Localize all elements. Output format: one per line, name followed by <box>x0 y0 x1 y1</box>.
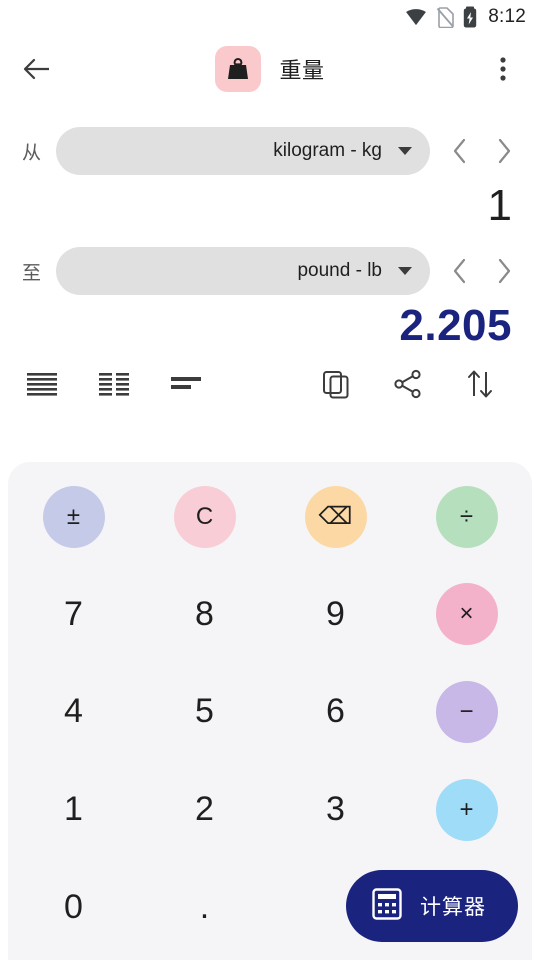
weight-icon <box>215 46 262 92</box>
to-label: 至 <box>22 262 42 284</box>
backspace-key-label: ⌫ <box>318 503 353 531</box>
digit-3-key[interactable]: 3 <box>270 761 401 859</box>
multiply-key-label: × <box>459 600 474 628</box>
digit-1-key[interactable]: 1 <box>8 761 139 859</box>
to-row: 至 pound - lb <box>0 242 540 300</box>
calculator-button-label: 计算器 <box>420 896 486 919</box>
minus-key-label: − <box>459 697 474 725</box>
clear-key-label: C <box>195 502 214 530</box>
digit-8-key-label: 8 <box>195 594 214 633</box>
status-bar: 8:12 <box>0 0 540 34</box>
digit-0-key-label: 0 <box>64 887 83 926</box>
format-columns-icon[interactable] <box>92 362 136 406</box>
wifi-icon <box>405 8 427 26</box>
app-bar: 重量 <box>0 34 540 104</box>
plus-minus-key-label: ± <box>66 502 81 530</box>
plus-key-label: + <box>459 795 474 823</box>
status-clock: 8:12 <box>488 6 526 27</box>
from-next-button[interactable] <box>482 129 526 173</box>
calculator-icon <box>372 887 402 925</box>
page-title: 重量 <box>279 58 325 83</box>
digit-6-key-label: 6 <box>326 692 345 731</box>
battery-charging-icon <box>463 6 477 28</box>
multiply-key[interactable]: × <box>401 566 532 664</box>
to-stepper <box>438 249 526 293</box>
from-value[interactable]: 1 <box>28 180 512 232</box>
digit-9-key-label: 9 <box>326 594 345 633</box>
digit-9-key[interactable]: 9 <box>270 566 401 664</box>
digit-0-key[interactable]: 0 <box>8 858 139 956</box>
format-tools <box>20 362 208 406</box>
from-stepper <box>438 129 526 173</box>
backspace-key[interactable]: ⌫ <box>270 468 401 566</box>
digit-4-key[interactable]: 4 <box>8 663 139 761</box>
decimal-key[interactable]: . <box>139 858 270 956</box>
from-unit-select[interactable]: kilogram - kg <box>56 127 430 175</box>
calculator-button[interactable]: 计算器 <box>346 870 518 942</box>
share-icon[interactable] <box>386 362 430 406</box>
from-prev-button[interactable] <box>438 129 482 173</box>
to-value[interactable]: 2.205 <box>28 300 512 352</box>
to-unit-text: pound - lb <box>297 260 382 281</box>
digit-7-key[interactable]: 7 <box>8 566 139 664</box>
multiply-key-surface: × <box>435 583 498 646</box>
plus-minus-key-surface: ± <box>42 485 105 548</box>
overflow-menu-button[interactable] <box>480 46 526 92</box>
clear-key-surface: C <box>173 485 236 548</box>
divide-key[interactable]: ÷ <box>401 468 532 566</box>
plus-key-surface: + <box>435 778 498 841</box>
chevron-down-icon <box>398 147 412 155</box>
app-title-group: 重量 <box>0 46 540 92</box>
copy-icon[interactable] <box>314 362 358 406</box>
sim-off-icon <box>436 6 455 28</box>
format-align-justify-icon[interactable] <box>20 362 64 406</box>
digit-6-key[interactable]: 6 <box>270 663 401 761</box>
digit-5-key-label: 5 <box>195 692 214 731</box>
from-row: 从 kilogram - kg <box>0 122 540 180</box>
action-tools <box>314 362 502 406</box>
to-value-row: 2.205 <box>0 300 540 352</box>
from-label: 从 <box>22 142 42 164</box>
digit-4-key-label: 4 <box>64 692 83 731</box>
digit-2-key-label: 2 <box>195 790 214 829</box>
digit-2-key[interactable]: 2 <box>139 761 270 859</box>
from-unit-text: kilogram - kg <box>273 140 382 161</box>
from-value-row: 1 <box>0 180 540 232</box>
divide-key-surface: ÷ <box>435 485 498 548</box>
plus-minus-key[interactable]: ± <box>8 468 139 566</box>
chevron-down-icon <box>398 267 412 275</box>
minus-key[interactable]: − <box>401 663 532 761</box>
to-unit-select[interactable]: pound - lb <box>56 247 430 295</box>
digit-5-key[interactable]: 5 <box>139 663 270 761</box>
back-button[interactable] <box>14 46 60 92</box>
tool-row <box>0 352 540 412</box>
digit-7-key-label: 7 <box>64 594 83 633</box>
backspace-key-surface: ⌫ <box>304 485 367 548</box>
digit-1-key-label: 1 <box>64 790 83 829</box>
digit-8-key[interactable]: 8 <box>139 566 270 664</box>
plus-key[interactable]: + <box>401 761 532 859</box>
divide-key-label: ÷ <box>459 502 474 530</box>
to-prev-button[interactable] <box>438 249 482 293</box>
minus-key-surface: − <box>435 680 498 743</box>
clear-key[interactable]: C <box>139 468 270 566</box>
to-next-button[interactable] <box>482 249 526 293</box>
swap-vertical-icon[interactable] <box>458 362 502 406</box>
digit-3-key-label: 3 <box>326 790 345 829</box>
app-root: 8:12 重量 从 kilogram - kg 1 至 pound - lb 2… <box>0 0 540 960</box>
format-compact-icon[interactable] <box>164 362 208 406</box>
decimal-key-label: . <box>199 887 210 926</box>
